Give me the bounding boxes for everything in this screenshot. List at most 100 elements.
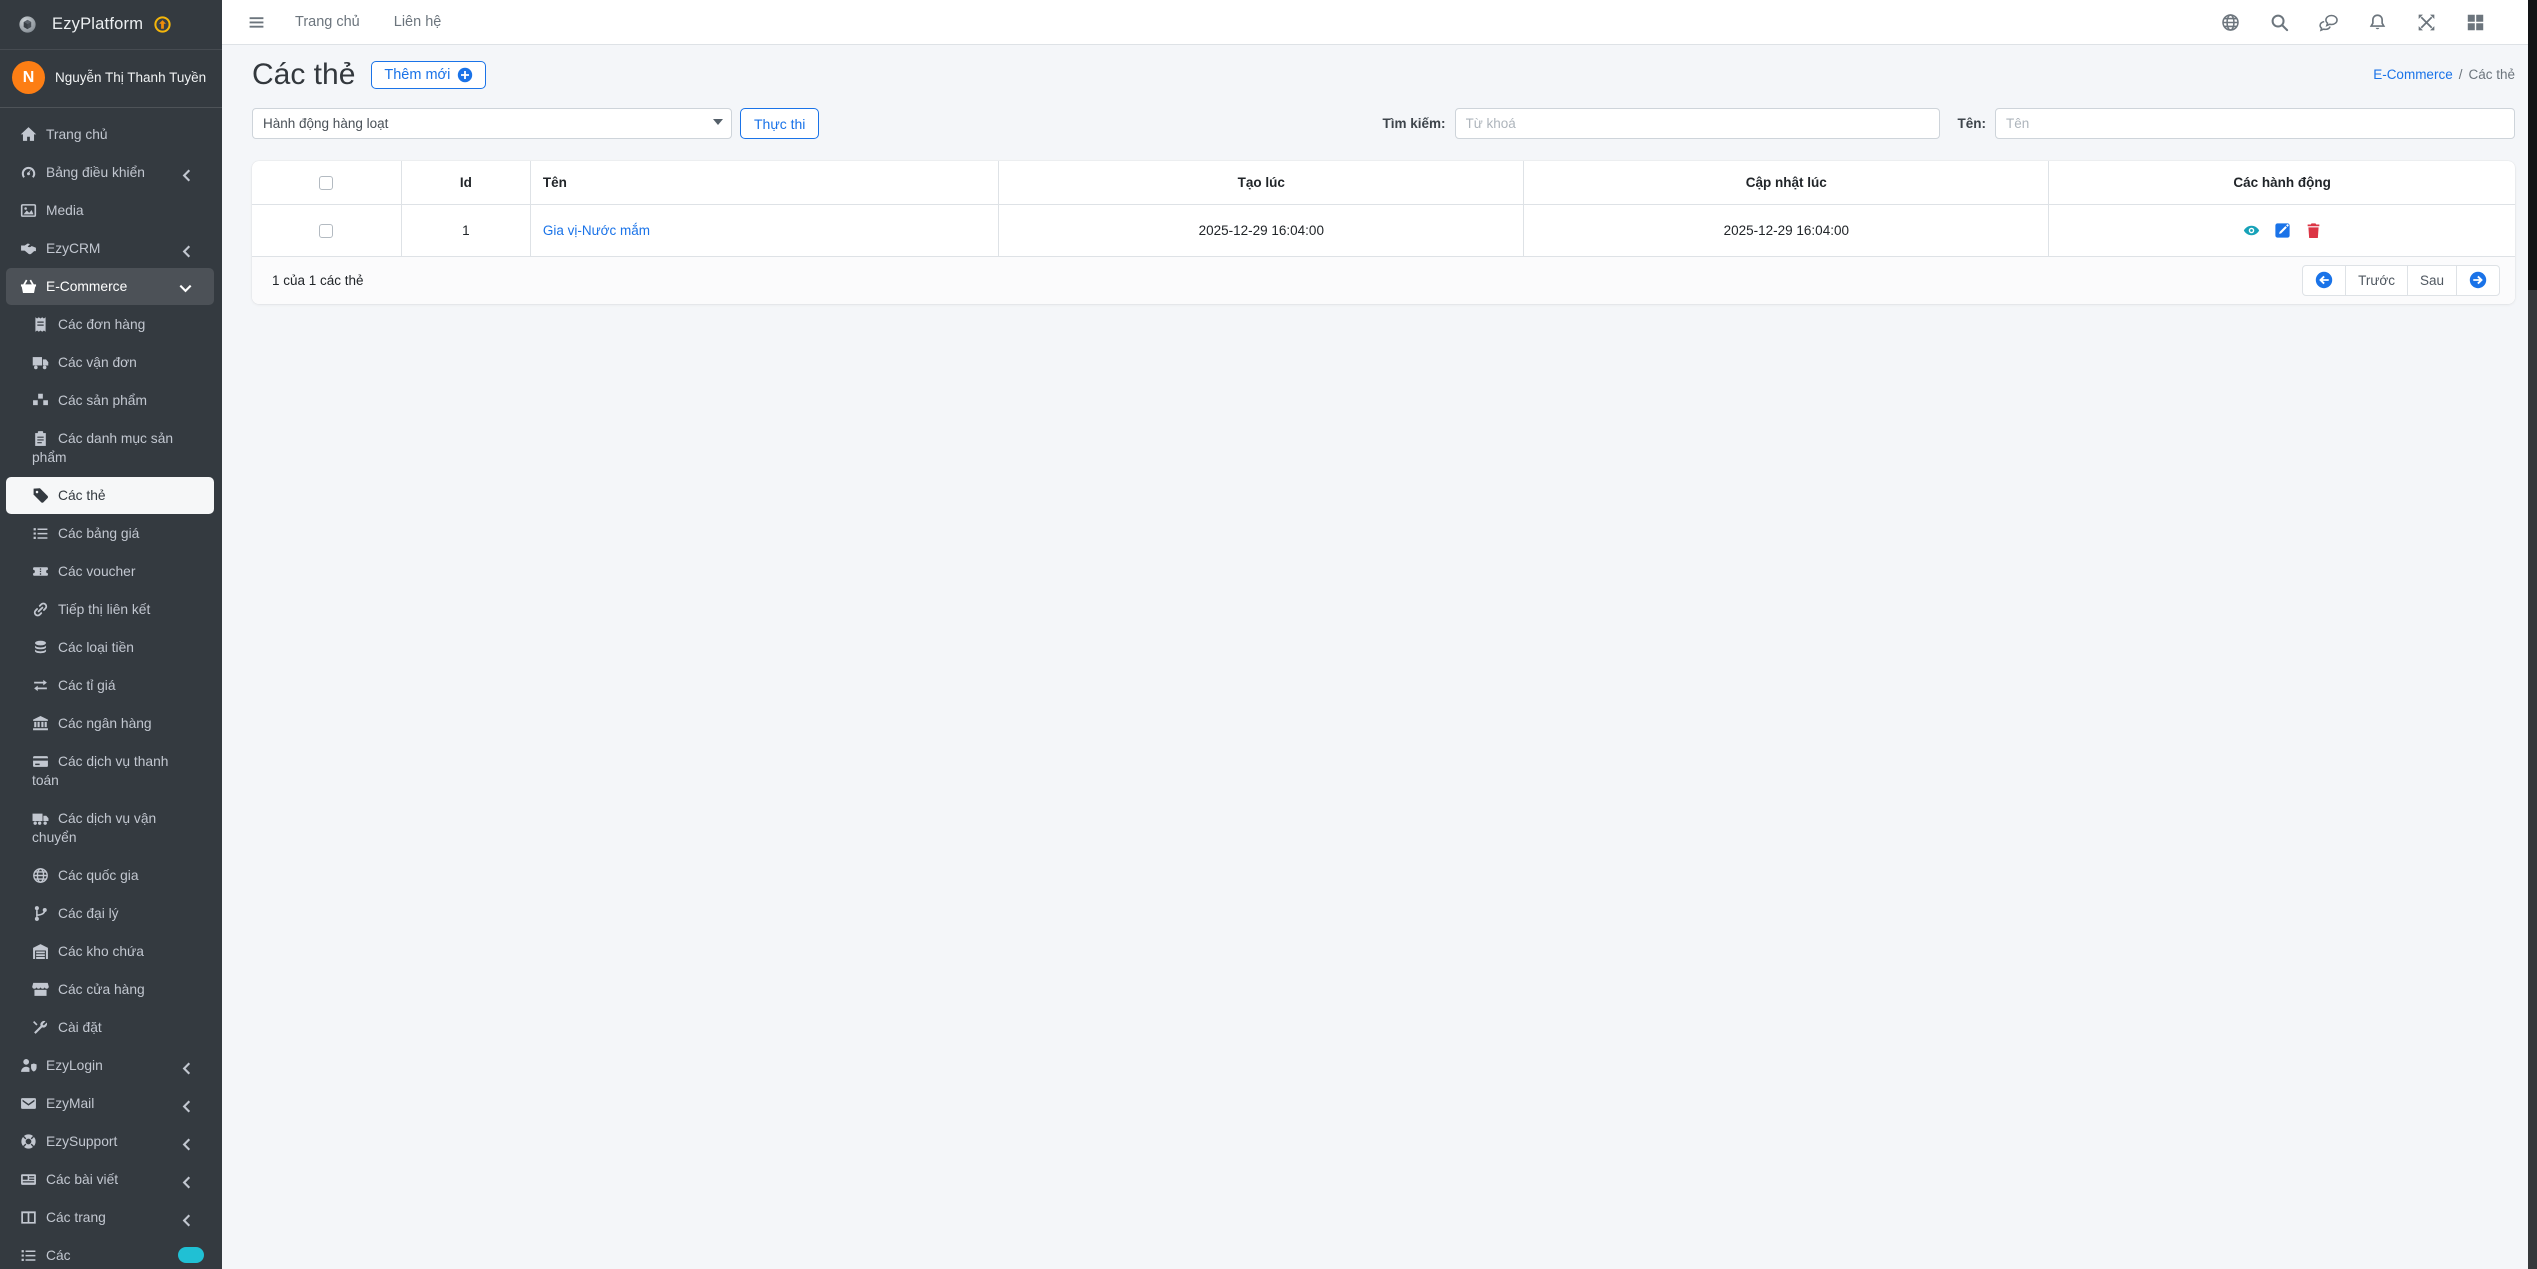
cell-id: 1 xyxy=(401,204,531,257)
sidebar-item-ezymail[interactable]: EzyMail xyxy=(6,1085,214,1122)
sidebar-item-trang-chủ[interactable]: Trang chủ xyxy=(6,116,214,153)
sidebar-item-label: Các quốc gia xyxy=(58,868,139,883)
page-scrollbar[interactable] xyxy=(2528,0,2537,1269)
columns-icon xyxy=(20,1209,37,1226)
sidebar-item-các-đại-lý[interactable]: Các đại lý xyxy=(6,895,214,932)
navbar-link-contact[interactable]: Liên hệ xyxy=(394,14,442,30)
tag-name-link[interactable]: Gia vị-Nước mắm xyxy=(543,223,650,238)
sidebar-item-các-dịch-vụ-vận-chuyển[interactable]: Các dịch vụ vận chuyển xyxy=(6,800,214,856)
navbar-link-home[interactable]: Trang chủ xyxy=(295,14,360,30)
warehouse-icon xyxy=(32,943,49,960)
sidebar-item-các-ngân-hàng[interactable]: Các ngân hàng xyxy=(6,705,214,742)
name-input[interactable] xyxy=(1995,108,2515,139)
table-body: 1 Gia vị-Nước mắm 2025-12-29 16:04:00 2025-… xyxy=(252,204,2515,257)
cube-sphere-logo-icon xyxy=(12,16,43,33)
search-icon[interactable] xyxy=(2270,13,2289,32)
sidebar-item-tiếp-thị-liên-kết[interactable]: Tiếp thị liên kết xyxy=(6,591,214,628)
sidebar-item-label: Các voucher xyxy=(58,564,136,579)
sidebar-item-label: Bảng điều khiển xyxy=(46,165,145,180)
sidebar-item-ezysupport[interactable]: EzySupport xyxy=(6,1123,214,1160)
pagination: Trước Sau xyxy=(2302,264,2500,296)
store-icon xyxy=(32,981,49,998)
sidebar-item-các-danh-mục-sản-phẩm[interactable]: Các danh mục sản phẩm xyxy=(6,420,214,476)
sidebar-item-label: Các ngân hàng xyxy=(58,716,152,731)
sidebar-item-các[interactable]: Các xyxy=(6,1237,214,1269)
cell-created-at: 2025-12-29 16:04:00 xyxy=(998,204,1525,257)
content: Các thẻ Thêm mới E-Commerce / Các thẻ Hành… xyxy=(222,45,2537,1269)
chevron-left-icon xyxy=(177,1212,194,1229)
home-icon xyxy=(20,126,37,143)
scrollbar-thumb[interactable] xyxy=(2528,0,2537,290)
globe-icon xyxy=(32,867,49,884)
arrow-up-circle-icon xyxy=(154,16,171,33)
sidebar-item-e-commerce[interactable]: E-Commerce xyxy=(6,268,214,305)
cell-name: Gia vị-Nước mắm xyxy=(530,204,1000,257)
brand-name: EzyPlatform xyxy=(52,15,144,33)
hamburger-icon[interactable] xyxy=(248,14,265,31)
truck-icon xyxy=(32,354,49,371)
sidebar-item-các-trang[interactable]: Các trang xyxy=(6,1199,214,1236)
column-header: Cập nhật lúc xyxy=(1523,161,2050,205)
bell-icon[interactable] xyxy=(2368,13,2387,32)
row-checkbox[interactable] xyxy=(319,223,334,238)
view-button[interactable] xyxy=(2243,222,2260,239)
sidebar-item-label: Các loại tiền xyxy=(58,640,134,655)
pagination-next-button[interactable]: Sau xyxy=(2406,264,2457,296)
sidebar-item-bảng-điều-khiển[interactable]: Bảng điều khiển xyxy=(6,154,214,191)
edit-button[interactable] xyxy=(2274,222,2291,239)
breadcrumb-current: Các thẻ xyxy=(2468,67,2515,82)
sidebar-item-cài-đặt[interactable]: Cài đặt xyxy=(6,1009,214,1046)
breadcrumb-link[interactable]: E-Commerce xyxy=(2373,67,2453,82)
chevron-left-icon xyxy=(177,243,194,260)
sidebar-item-label: Các dịch vụ vận chuyển xyxy=(32,811,157,845)
expand-icon[interactable] xyxy=(2417,13,2436,32)
delete-button[interactable] xyxy=(2305,222,2322,239)
grid-icon[interactable] xyxy=(2466,13,2485,32)
select-all-checkbox[interactable] xyxy=(319,175,334,190)
sidebar-nav: Trang chủ Bảng điều khiển Media EzyCRM E-Com… xyxy=(0,108,222,1269)
sidebar-item-các-sản-phẩm[interactable]: Các sản phẩm xyxy=(6,382,214,419)
comments-icon[interactable] xyxy=(2319,13,2338,32)
avatar: N xyxy=(12,61,45,94)
top-navbar: Trang chủ Liên hệ xyxy=(222,0,2537,45)
sidebar-item-các-bảng-giá[interactable]: Các bảng giá xyxy=(6,515,214,552)
bulk-action-select-wrap: Hành động hàng loạt xyxy=(252,108,732,139)
sidebar-item-các-vận-đơn[interactable]: Các vận đơn xyxy=(6,344,214,381)
globe-icon[interactable] xyxy=(2221,13,2240,32)
branch-icon xyxy=(32,905,49,922)
execute-button[interactable]: Thực thi xyxy=(740,108,820,139)
pagination-last-button[interactable] xyxy=(2456,264,2500,296)
sidebar-item-label: Các dịch vụ thanh toán xyxy=(32,754,169,788)
sidebar-item-media[interactable]: Media xyxy=(6,192,214,229)
sidebar-item-các-voucher[interactable]: Các voucher xyxy=(6,553,214,590)
coins-icon xyxy=(32,639,49,656)
pagination-first-button[interactable] xyxy=(2302,264,2347,296)
sidebar-item-các-bài-viết[interactable]: Các bài viết xyxy=(6,1161,214,1198)
sidebar-item-các-quốc-gia[interactable]: Các quốc gia xyxy=(6,857,214,894)
pagination-prev-button[interactable]: Trước xyxy=(2345,264,2408,296)
sidebar-item-các-đơn-hàng[interactable]: Các đơn hàng xyxy=(6,306,214,343)
sidebar-item-các-dịch-vụ-thanh-toán[interactable]: Các dịch vụ thanh toán xyxy=(6,743,214,799)
brand[interactable]: EzyPlatform xyxy=(0,0,222,50)
sidebar-item-label: Các trang xyxy=(46,1210,106,1225)
sidebar-item-ezylogin[interactable]: EzyLogin xyxy=(6,1047,214,1084)
basket-icon xyxy=(20,278,37,295)
sidebar-item-các-kho-chứa[interactable]: Các kho chứa xyxy=(6,933,214,970)
search-input[interactable] xyxy=(1454,108,1940,139)
sidebar-item-các-cửa-hàng[interactable]: Các cửa hàng xyxy=(6,971,214,1008)
link-icon xyxy=(32,601,49,618)
table-row: 1 Gia vị-Nước mắm 2025-12-29 16:04:00 2025-… xyxy=(252,204,2515,257)
sidebar-item-label: Các thẻ xyxy=(58,488,106,503)
add-new-button[interactable]: Thêm mới xyxy=(371,61,487,89)
column-header: Tạo lúc xyxy=(998,161,1525,205)
sidebar-item-label: EzyCRM xyxy=(46,241,101,256)
sidebar-item-các-loại-tiền[interactable]: Các loại tiền xyxy=(6,629,214,666)
user-panel[interactable]: N Nguyễn Thị Thanh Tuyền xyxy=(0,50,222,108)
bulk-action-select[interactable]: Hành động hàng loạt xyxy=(252,108,732,139)
sidebar-item-label: Media xyxy=(46,203,84,218)
sidebar-item-ezycrm[interactable]: EzyCRM xyxy=(6,230,214,267)
sidebar-item-các-tỉ-giá[interactable]: Các tỉ giá xyxy=(6,667,214,704)
credit-card-icon xyxy=(32,753,49,770)
sidebar-item-các-thẻ[interactable]: Các thẻ xyxy=(6,477,214,514)
sidebar-item-label: Cài đặt xyxy=(58,1020,102,1035)
